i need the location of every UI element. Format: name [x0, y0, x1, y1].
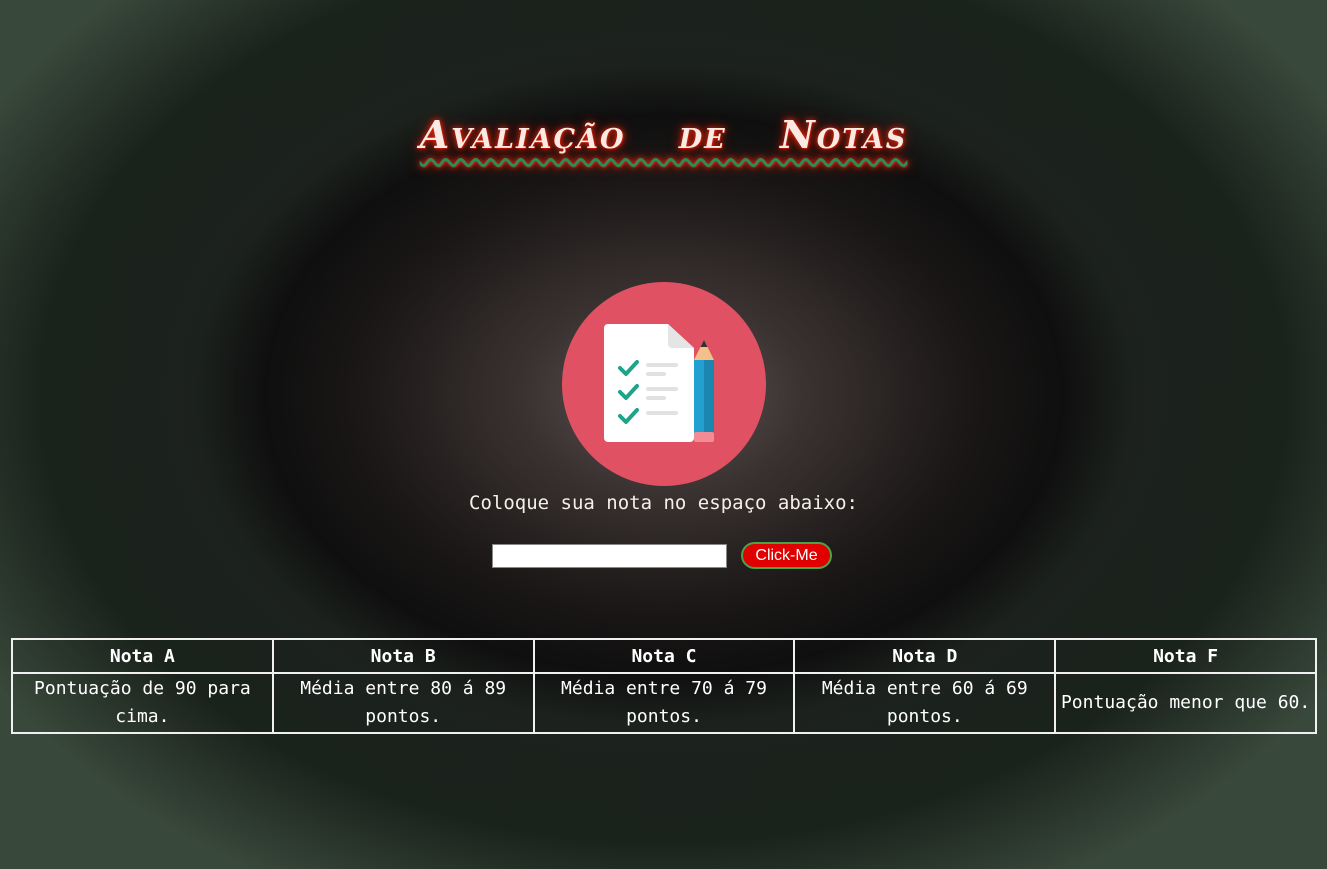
header-nota-a: Nota A	[11, 638, 274, 674]
grades-table: Nota A Nota B Nota C Nota D Nota F Pontu…	[11, 638, 1317, 734]
header-nota-b: Nota B	[271, 638, 535, 674]
description-nota-b: Média entre 80 á 89 pontos.	[271, 672, 535, 734]
title-container: Avaliação de Notas	[0, 112, 1327, 165]
header-nota-d: Nota D	[793, 638, 1057, 674]
page-title: Avaliação de Notas	[419, 112, 908, 157]
header-nota-f: Nota F	[1054, 638, 1317, 674]
grade-form: Click-Me	[492, 542, 832, 569]
grade-input[interactable]	[492, 543, 727, 568]
description-nota-d: Média entre 60 á 69 pontos.	[793, 672, 1057, 734]
table-header-row: Nota A Nota B Nota C Nota D Nota F	[11, 638, 1317, 674]
description-nota-a: Pontuação de 90 para cima.	[11, 672, 274, 734]
checklist-pencil-icon	[562, 282, 766, 486]
description-nota-f: Pontuação menor que 60.	[1054, 672, 1317, 734]
grade-prompt: Coloque sua nota no espaço abaixo:	[469, 492, 858, 514]
header-nota-c: Nota C	[532, 638, 796, 674]
table-row: Pontuação de 90 para cima. Média entre 8…	[11, 672, 1317, 734]
description-nota-c: Média entre 70 á 79 pontos.	[532, 672, 796, 734]
submit-button[interactable]: Click-Me	[741, 542, 832, 569]
